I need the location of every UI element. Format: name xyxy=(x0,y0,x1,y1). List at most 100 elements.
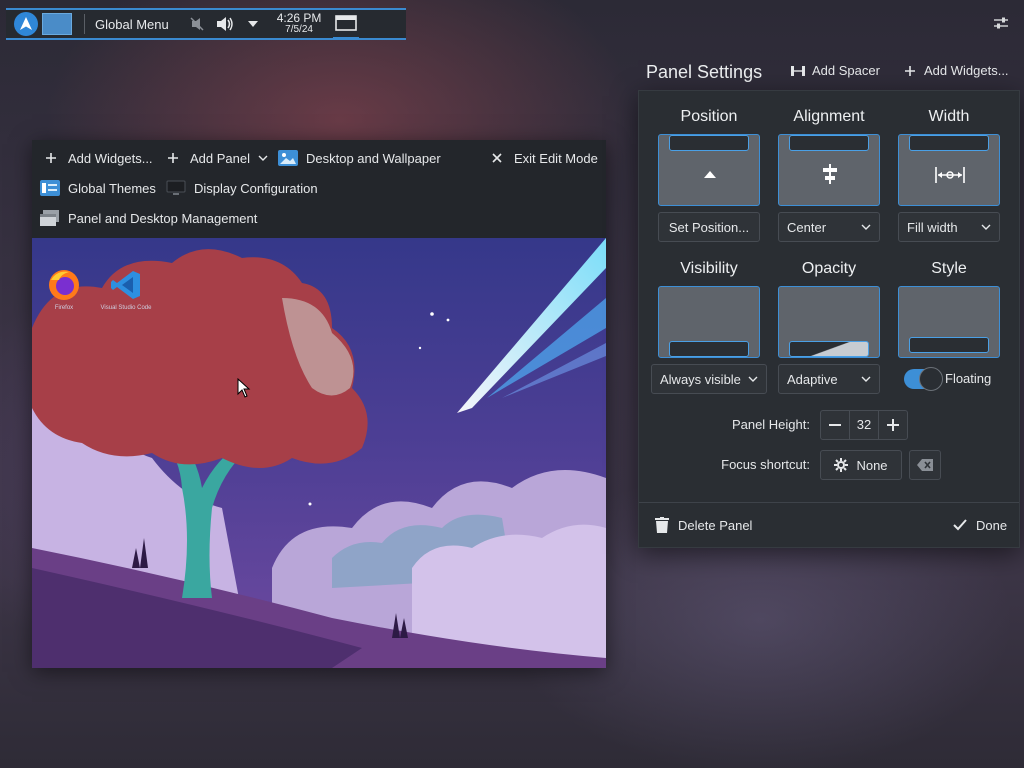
backspace-icon xyxy=(917,459,933,471)
panel-configure-icon[interactable] xyxy=(992,14,1010,32)
position-tile[interactable] xyxy=(658,134,760,206)
panel-desktop-management-label: Panel and Desktop Management xyxy=(68,210,258,226)
panel-separator xyxy=(84,14,85,34)
panel-height-label: Panel Height: xyxy=(731,417,810,432)
add-spacer-button[interactable]: Add Spacer xyxy=(790,63,880,78)
done-button[interactable]: Done xyxy=(952,517,1007,533)
panel-settings-title: Panel Settings xyxy=(646,61,763,82)
panel-management-icon xyxy=(40,210,60,226)
gear-icon xyxy=(834,458,849,472)
checkmark-icon xyxy=(952,517,968,533)
add-widgets-header-button[interactable]: Add Widgets... xyxy=(902,63,1009,78)
clock-time: 4:26 PM xyxy=(276,11,322,25)
panel-bar-preview xyxy=(669,135,749,151)
top-panel: Global Menu 4:26 PM 7/5/24 xyxy=(6,8,406,40)
panel-bar-preview xyxy=(669,341,749,357)
chevron-down-icon xyxy=(258,155,268,161)
themes-icon xyxy=(40,180,60,196)
increase-height-button[interactable] xyxy=(879,411,907,439)
arrow-up-icon xyxy=(704,171,716,178)
add-widgets-label: Add Widgets... xyxy=(68,150,153,166)
global-themes-label: Global Themes xyxy=(68,180,156,196)
width-tile[interactable] xyxy=(898,134,1000,206)
edit-mode-area: Add Widgets... Add Panel Desktop and Wal… xyxy=(32,140,606,668)
opacity-dropdown[interactable]: Adaptive xyxy=(778,364,880,394)
trash-icon xyxy=(654,517,670,533)
set-position-label: Set Position... xyxy=(668,219,750,235)
panel-bar-preview xyxy=(789,341,869,357)
tray-expand-chevron-icon[interactable] xyxy=(244,15,262,33)
close-icon xyxy=(488,150,506,166)
style-tile[interactable] xyxy=(898,286,1000,358)
desktop-preview[interactable]: Firefox Visual Studio Code xyxy=(32,238,606,668)
width-dropdown[interactable]: Fill width xyxy=(898,212,1000,242)
width-label: Width xyxy=(928,108,970,125)
delete-panel-label: Delete Panel xyxy=(678,517,753,533)
floating-label: Floating xyxy=(945,371,992,386)
plus-icon xyxy=(902,64,918,78)
digital-clock[interactable]: 4:26 PM 7/5/24 xyxy=(276,11,322,35)
toggle-knob xyxy=(919,367,943,391)
exit-edit-mode-label: Exit Edit Mode xyxy=(514,150,598,166)
show-desktop-button[interactable] xyxy=(333,9,360,39)
exit-edit-mode-button[interactable]: Exit Edit Mode xyxy=(488,150,598,166)
visibility-value: Always visible xyxy=(660,371,741,387)
panel-height-stepper[interactable]: 32 xyxy=(820,410,908,440)
floating-toggle[interactable] xyxy=(904,367,943,391)
virtual-desktop-pager[interactable] xyxy=(42,13,72,35)
add-panel-button[interactable]: Add Panel xyxy=(164,150,268,166)
app-launcher-button[interactable] xyxy=(14,12,38,36)
focus-shortcut-label: Focus shortcut: xyxy=(721,457,810,472)
focus-shortcut-button[interactable]: None xyxy=(820,450,902,480)
microphone-muted-icon[interactable] xyxy=(188,15,206,33)
chevron-down-icon xyxy=(981,224,991,230)
monitor-icon xyxy=(166,180,186,196)
clear-shortcut-button[interactable] xyxy=(909,450,941,480)
panel-bar-preview xyxy=(909,135,989,151)
chevron-down-icon xyxy=(861,376,871,382)
clock-date: 7/5/24 xyxy=(285,24,313,35)
alignment-tile[interactable] xyxy=(778,134,880,206)
visibility-label: Visibility xyxy=(680,260,738,277)
desktop-icon-vscode[interactable]: Visual Studio Code xyxy=(100,268,152,311)
width-value: Fill width xyxy=(907,219,958,235)
align-center-icon xyxy=(823,164,837,184)
delete-panel-button[interactable]: Delete Panel xyxy=(654,517,752,533)
style-label: Style xyxy=(931,260,967,277)
vscode-icon xyxy=(111,271,140,299)
visibility-tile[interactable] xyxy=(658,286,760,358)
desktop-icon-label: Visual Studio Code xyxy=(100,305,152,311)
alignment-dropdown[interactable]: Center xyxy=(778,212,880,242)
window-icon xyxy=(335,15,358,31)
desktop-icon-firefox[interactable]: Firefox xyxy=(38,268,90,311)
focus-shortcut-value: None xyxy=(856,457,888,473)
firefox-icon xyxy=(49,270,79,300)
chevron-down-icon xyxy=(861,224,871,230)
spacer-icon xyxy=(790,64,806,78)
desktop-icon-label: Firefox xyxy=(54,305,74,311)
panel-desktop-management-button[interactable]: Panel and Desktop Management xyxy=(40,210,257,226)
desktop-wallpaper-button[interactable]: Desktop and Wallpaper xyxy=(278,150,441,166)
global-themes-button[interactable]: Global Themes xyxy=(40,180,156,196)
position-label: Position xyxy=(680,108,738,125)
opacity-tile[interactable] xyxy=(778,286,880,358)
add-panel-label: Add Panel xyxy=(190,150,250,166)
volume-icon[interactable] xyxy=(216,15,234,33)
mouse-cursor-icon xyxy=(237,378,251,398)
panel-bar-preview xyxy=(909,337,989,353)
decrease-height-button[interactable] xyxy=(821,411,849,439)
alignment-label: Alignment xyxy=(793,108,865,125)
add-widgets-button[interactable]: Add Widgets... xyxy=(42,150,153,166)
opacity-label: Opacity xyxy=(801,260,857,277)
panel-height-value[interactable]: 32 xyxy=(849,411,879,439)
fill-width-icon xyxy=(935,167,965,183)
visibility-dropdown[interactable]: Always visible xyxy=(651,364,767,394)
opacity-value: Adaptive xyxy=(787,371,838,387)
alignment-value: Center xyxy=(787,219,827,235)
plus-icon xyxy=(42,150,60,166)
set-position-button[interactable]: Set Position... xyxy=(658,212,760,242)
global-menu-label[interactable]: Global Menu xyxy=(95,17,169,32)
desktop-wallpaper-label: Desktop and Wallpaper xyxy=(306,150,441,166)
display-configuration-button[interactable]: Display Configuration xyxy=(166,180,318,196)
display-configuration-label: Display Configuration xyxy=(194,180,318,196)
